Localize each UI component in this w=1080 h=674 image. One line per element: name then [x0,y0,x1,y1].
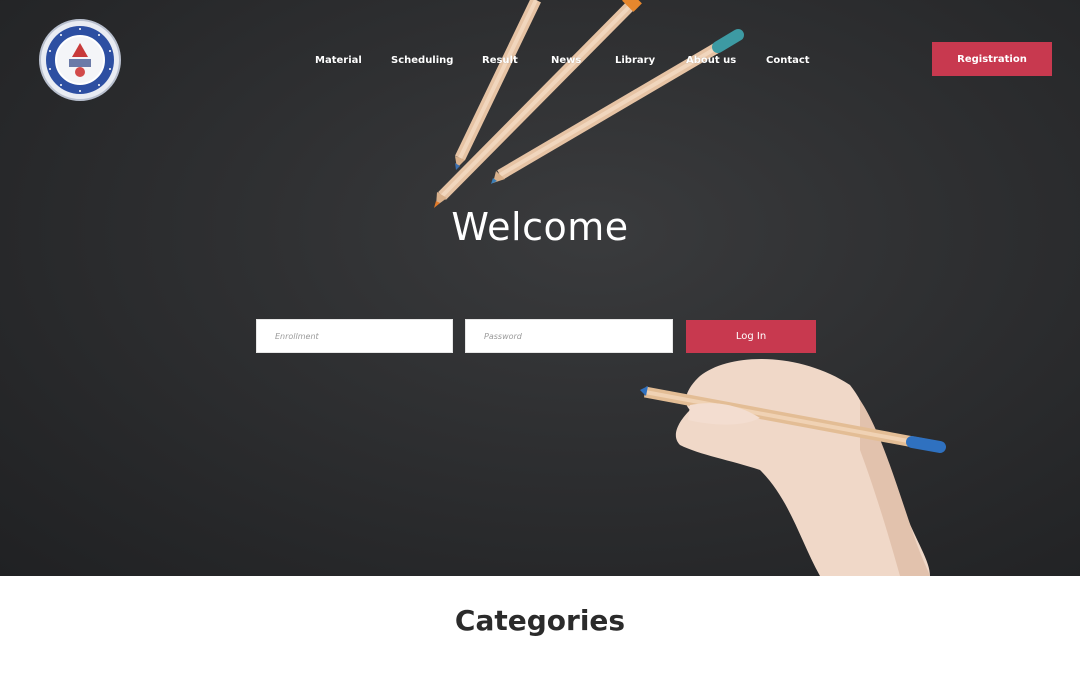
nav-item-material[interactable]: Material [315,55,362,66]
password-input[interactable] [465,319,673,353]
nav-item-scheduling[interactable]: Scheduling [391,55,453,66]
nav-item-news[interactable]: News [551,55,581,66]
institute-seal-logo-icon [39,19,121,101]
nav-item-result[interactable]: Result [482,55,518,66]
nav-item-contact[interactable]: Contact [766,55,810,66]
login-button[interactable]: Log In [686,320,816,353]
categories-heading: Categories [454,604,626,637]
hand-with-pencil-decoration [640,358,946,576]
welcome-heading: Welcome [451,205,629,249]
hero-background-image [434,0,946,576]
nav-item-about-us[interactable]: About us [686,55,736,66]
institute-seal-logo[interactable] [39,19,121,101]
nav-item-library[interactable]: Library [615,55,655,66]
hero-section: Material Scheduling Result News Library … [0,0,1080,576]
registration-button[interactable]: Registration [932,42,1052,76]
enrollment-input[interactable] [256,319,453,353]
